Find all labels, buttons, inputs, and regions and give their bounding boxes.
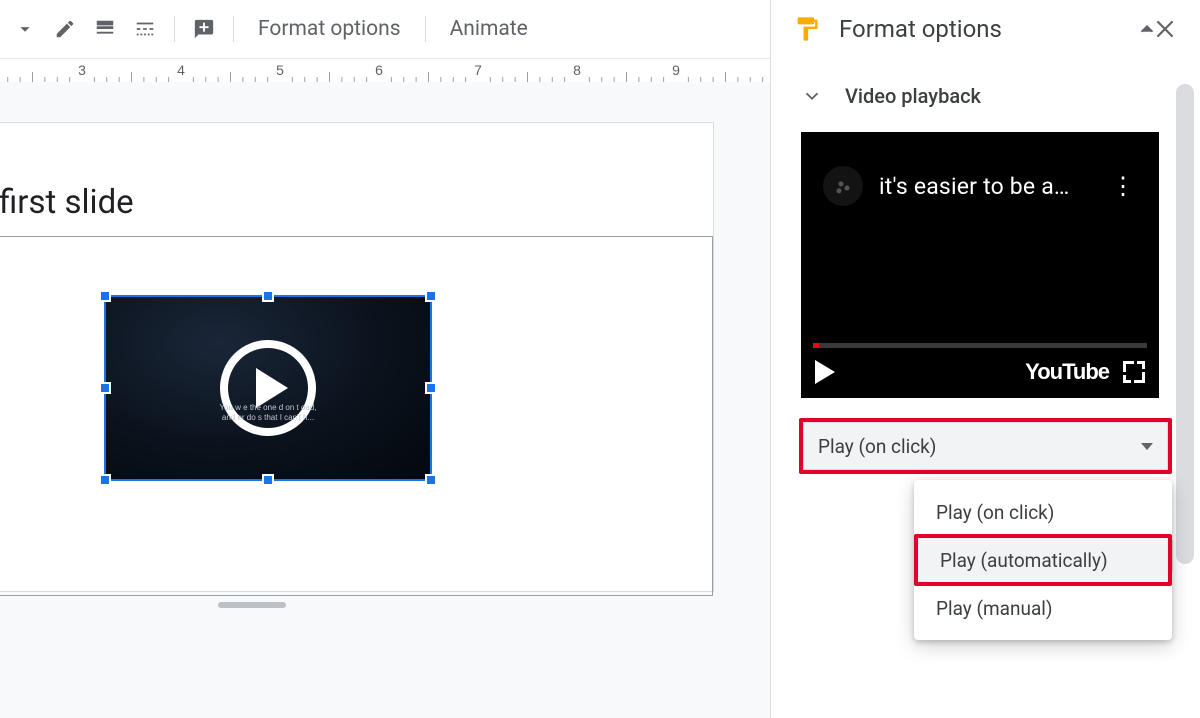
menu-item-on-click[interactable]: Play (on click) (914, 490, 1172, 534)
sidebar-scrollbar-thumb[interactable] (1176, 84, 1194, 564)
svg-text:4: 4 (177, 62, 185, 78)
resize-handle-w[interactable] (99, 382, 111, 394)
playback-mode-menu: Play (on click) Play (automatically) Pla… (914, 480, 1172, 640)
preview-video-title: it's easier to be a… (879, 173, 1111, 200)
video-playback-section-header[interactable]: Video playback (771, 58, 1200, 118)
format-options-sidebar: Format options Video playback it's easie… (770, 0, 1200, 718)
chevron-down-icon (801, 85, 823, 107)
video-thumbnail: You w e the one d on t oad, and er do s … (106, 297, 430, 479)
video-caption: You w e the one d on t oad, and er do s … (106, 403, 430, 424)
animate-button[interactable]: Animate (436, 9, 542, 49)
svg-text:5: 5 (276, 62, 284, 78)
slide-canvas[interactable]: first slide You w e the one d on t oad, … (0, 122, 714, 592)
border-dash-icon[interactable] (126, 10, 164, 48)
border-weight-icon[interactable] (86, 10, 124, 48)
video-object-selected[interactable]: You w e the one d on t oad, and er do s … (104, 295, 432, 481)
fullscreen-icon[interactable] (1123, 361, 1145, 383)
resize-handle-n[interactable] (262, 290, 274, 302)
menu-item-manual[interactable]: Play (manual) (914, 586, 1172, 630)
youtube-logo[interactable]: YouTube (1025, 359, 1109, 385)
collapse-toolbar-icon[interactable] (1128, 10, 1166, 48)
toolbar: Format options Animate (0, 0, 1200, 58)
resize-handle-s[interactable] (262, 474, 274, 486)
add-comment-icon[interactable] (185, 10, 223, 48)
video-preview[interactable]: it's easier to be a… ⋮ YouTube (801, 132, 1159, 398)
svg-text:7: 7 (474, 62, 482, 78)
svg-text:6: 6 (375, 62, 383, 78)
resize-handle-nw[interactable] (99, 290, 111, 302)
preview-more-icon[interactable]: ⋮ (1111, 172, 1137, 200)
sidebar-scrollbar[interactable] (1176, 84, 1194, 564)
dropdown-caret-icon (1141, 443, 1153, 450)
video-playback-label: Video playback (845, 84, 981, 108)
menu-item-automatically[interactable]: Play (automatically) (918, 538, 1168, 582)
resize-handle-se[interactable] (425, 474, 437, 486)
highlight-dropdown: Play (on click) (799, 418, 1172, 474)
dropdown-selected-value: Play (on click) (818, 435, 1141, 458)
preview-play-icon[interactable] (815, 360, 835, 384)
slide-title[interactable]: first slide (0, 183, 134, 222)
svg-text:8: 8 (573, 62, 581, 78)
resize-handle-ne[interactable] (425, 290, 437, 302)
toolbar-more-dropdown[interactable] (6, 10, 44, 48)
highlight-auto-option: Play (automatically) (914, 534, 1172, 586)
svg-text:9: 9 (672, 62, 680, 78)
edit-icon[interactable] (46, 10, 84, 48)
resize-handle-e[interactable] (425, 382, 437, 394)
preview-progress-bar[interactable] (813, 343, 1147, 348)
svg-text:3: 3 (78, 62, 86, 78)
resize-handle-sw[interactable] (99, 474, 111, 486)
playback-mode-dropdown[interactable]: Play (on click) (803, 422, 1168, 470)
channel-avatar (823, 166, 863, 206)
horizontal-scroll-indicator[interactable] (218, 602, 286, 608)
format-options-button[interactable]: Format options (244, 9, 415, 49)
